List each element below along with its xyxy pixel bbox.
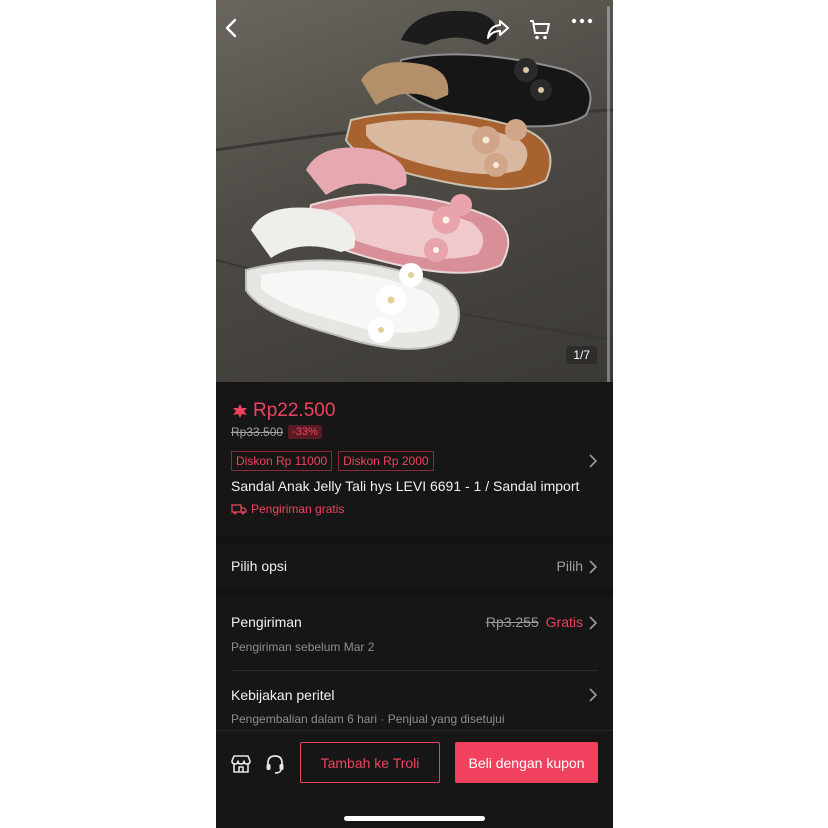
back-button[interactable]: [224, 18, 254, 48]
shipping-policy-section: Pengiriman Rp3.255 Gratis Pengiriman seb…: [216, 598, 613, 730]
back-icon: [225, 18, 237, 38]
free-shipping-text: Pengiriman gratis: [251, 502, 345, 516]
discount-badge: -33%: [288, 425, 322, 439]
policy-label: Kebijakan peritel: [231, 687, 335, 703]
shop-button[interactable]: [230, 753, 254, 777]
shipping-price: Rp3.255 Gratis: [486, 614, 583, 630]
free-shipping-label: Pengiriman gratis: [231, 502, 344, 516]
store-icon: [231, 755, 251, 773]
divider: [231, 670, 598, 671]
options-label: Pilih opsi: [231, 558, 288, 574]
add-to-cart-button[interactable]: Tambah ke Troli: [300, 742, 440, 783]
buy-with-coupon-button[interactable]: Beli dengan kupon: [455, 742, 598, 783]
phone-screen: 1/7 Rp22.500 Rp33.500 -33% Diskon Rp 110…: [216, 0, 613, 828]
more-button[interactable]: [571, 18, 601, 48]
share-button[interactable]: [486, 18, 516, 48]
price-row: Rp22.500: [231, 400, 335, 422]
shipping-label: Pengiriman: [231, 614, 302, 630]
product-photo-illustration: [216, 10, 613, 350]
chevron-right-icon: [589, 560, 597, 574]
image-counter: 1/7: [566, 346, 597, 364]
cart-icon: [530, 20, 550, 40]
original-price-row: Rp33.500 -33%: [231, 425, 322, 439]
options-action[interactable]: Pilih: [557, 558, 583, 574]
chevron-right-icon: [589, 616, 597, 630]
product-image[interactable]: 1/7: [216, 0, 613, 382]
coupon-tag[interactable]: Diskon Rp 11000: [231, 451, 333, 471]
current-price: Rp22.500: [253, 400, 336, 421]
share-icon: [487, 20, 509, 39]
chevron-right-icon[interactable]: [588, 454, 597, 468]
product-title: Sandal Anak Jelly Tali hys LEVI 6691 - 1…: [231, 478, 580, 494]
coupon-list[interactable]: Diskon Rp 11000 Diskon Rp 2000: [231, 451, 440, 471]
options-row[interactable]: Pilih opsi Pilih: [216, 543, 613, 590]
coupon-tag[interactable]: Diskon Rp 2000: [338, 451, 434, 471]
shipping-free-price: Gratis: [545, 614, 583, 630]
more-icon: [571, 18, 593, 24]
original-price: Rp33.500: [231, 425, 284, 439]
scrollbar[interactable]: [607, 6, 610, 382]
bottom-action-bar: Tambah ke Troli Beli dengan kupon: [216, 730, 613, 828]
shipping-estimate: Pengiriman sebelum Mar 2: [231, 640, 375, 654]
home-indicator[interactable]: [344, 816, 485, 821]
product-info: Rp22.500 Rp33.500 -33% Diskon Rp 11000 D…: [216, 382, 613, 535]
flash-sale-icon: [233, 404, 247, 418]
cart-button[interactable]: [528, 18, 558, 48]
chevron-right-icon: [589, 688, 597, 702]
chat-button[interactable]: [264, 753, 288, 777]
truck-icon: [231, 504, 247, 515]
headset-icon: [266, 755, 284, 774]
policy-details: Pengembalian dalam 6 hari · Penjual yang…: [231, 712, 505, 726]
shipping-old-price: Rp3.255: [485, 614, 539, 630]
